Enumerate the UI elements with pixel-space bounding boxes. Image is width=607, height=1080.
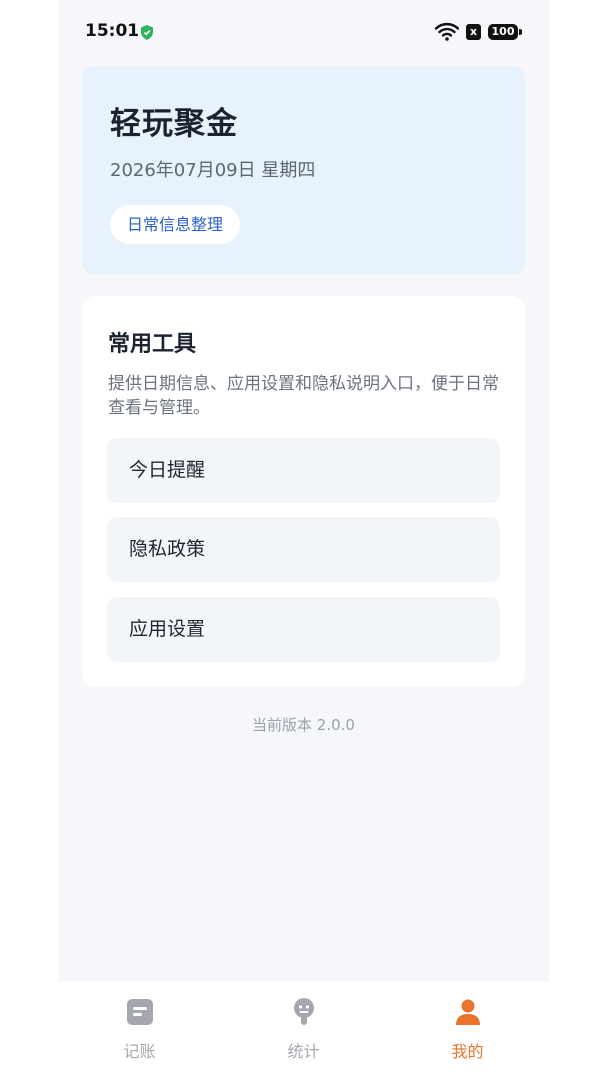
wifi-icon xyxy=(435,22,459,41)
tab-bar: 记账 统计 我的 xyxy=(58,982,549,1080)
tool-item-privacy[interactable]: 隐私政策 xyxy=(107,517,500,582)
info-chip[interactable]: 日常信息整理 xyxy=(110,205,241,244)
shield-icon xyxy=(141,25,153,40)
status-bar: 15:01 x 100 xyxy=(58,0,549,60)
hero-card: 轻玩聚金 2026年07月09日 星期四 日常信息整理 xyxy=(82,66,525,274)
sim-off-icon: x xyxy=(466,24,481,40)
tool-item-reminder[interactable]: 今日提醒 xyxy=(107,438,500,503)
person-icon xyxy=(455,999,480,1025)
current-date: 2026年07月09日 星期四 xyxy=(110,160,316,181)
app-screen: 15:01 x 100 轻玩聚金 2026年07月09日 星期四 日常信息整理 … xyxy=(58,0,549,1080)
tab-label: 统计 xyxy=(287,1042,320,1061)
note-icon xyxy=(126,999,153,1025)
tab-stats[interactable]: 统计 xyxy=(222,982,385,1080)
status-time: 15:01 xyxy=(85,21,140,41)
tools-description: 提供日期信息、应用设置和隐私说明入口，便于日常查看与管理。 xyxy=(108,374,499,418)
tab-mine[interactable]: 我的 xyxy=(386,982,549,1080)
tab-label: 我的 xyxy=(451,1042,484,1061)
battery-icon: 100 xyxy=(488,24,522,40)
tab-label: 记账 xyxy=(123,1042,156,1061)
app-title: 轻玩聚金 xyxy=(110,106,238,142)
tools-title: 常用工具 xyxy=(108,332,197,357)
version-text: 当前版本 2.0.0 xyxy=(252,716,355,734)
tab-bookkeeping[interactable]: 记账 xyxy=(58,982,221,1080)
stats-icon xyxy=(293,998,314,1025)
tool-item-settings[interactable]: 应用设置 xyxy=(107,597,500,662)
tools-card: 常用工具 提供日期信息、应用设置和隐私说明入口，便于日常查看与管理。 今日提醒 … xyxy=(82,296,525,687)
